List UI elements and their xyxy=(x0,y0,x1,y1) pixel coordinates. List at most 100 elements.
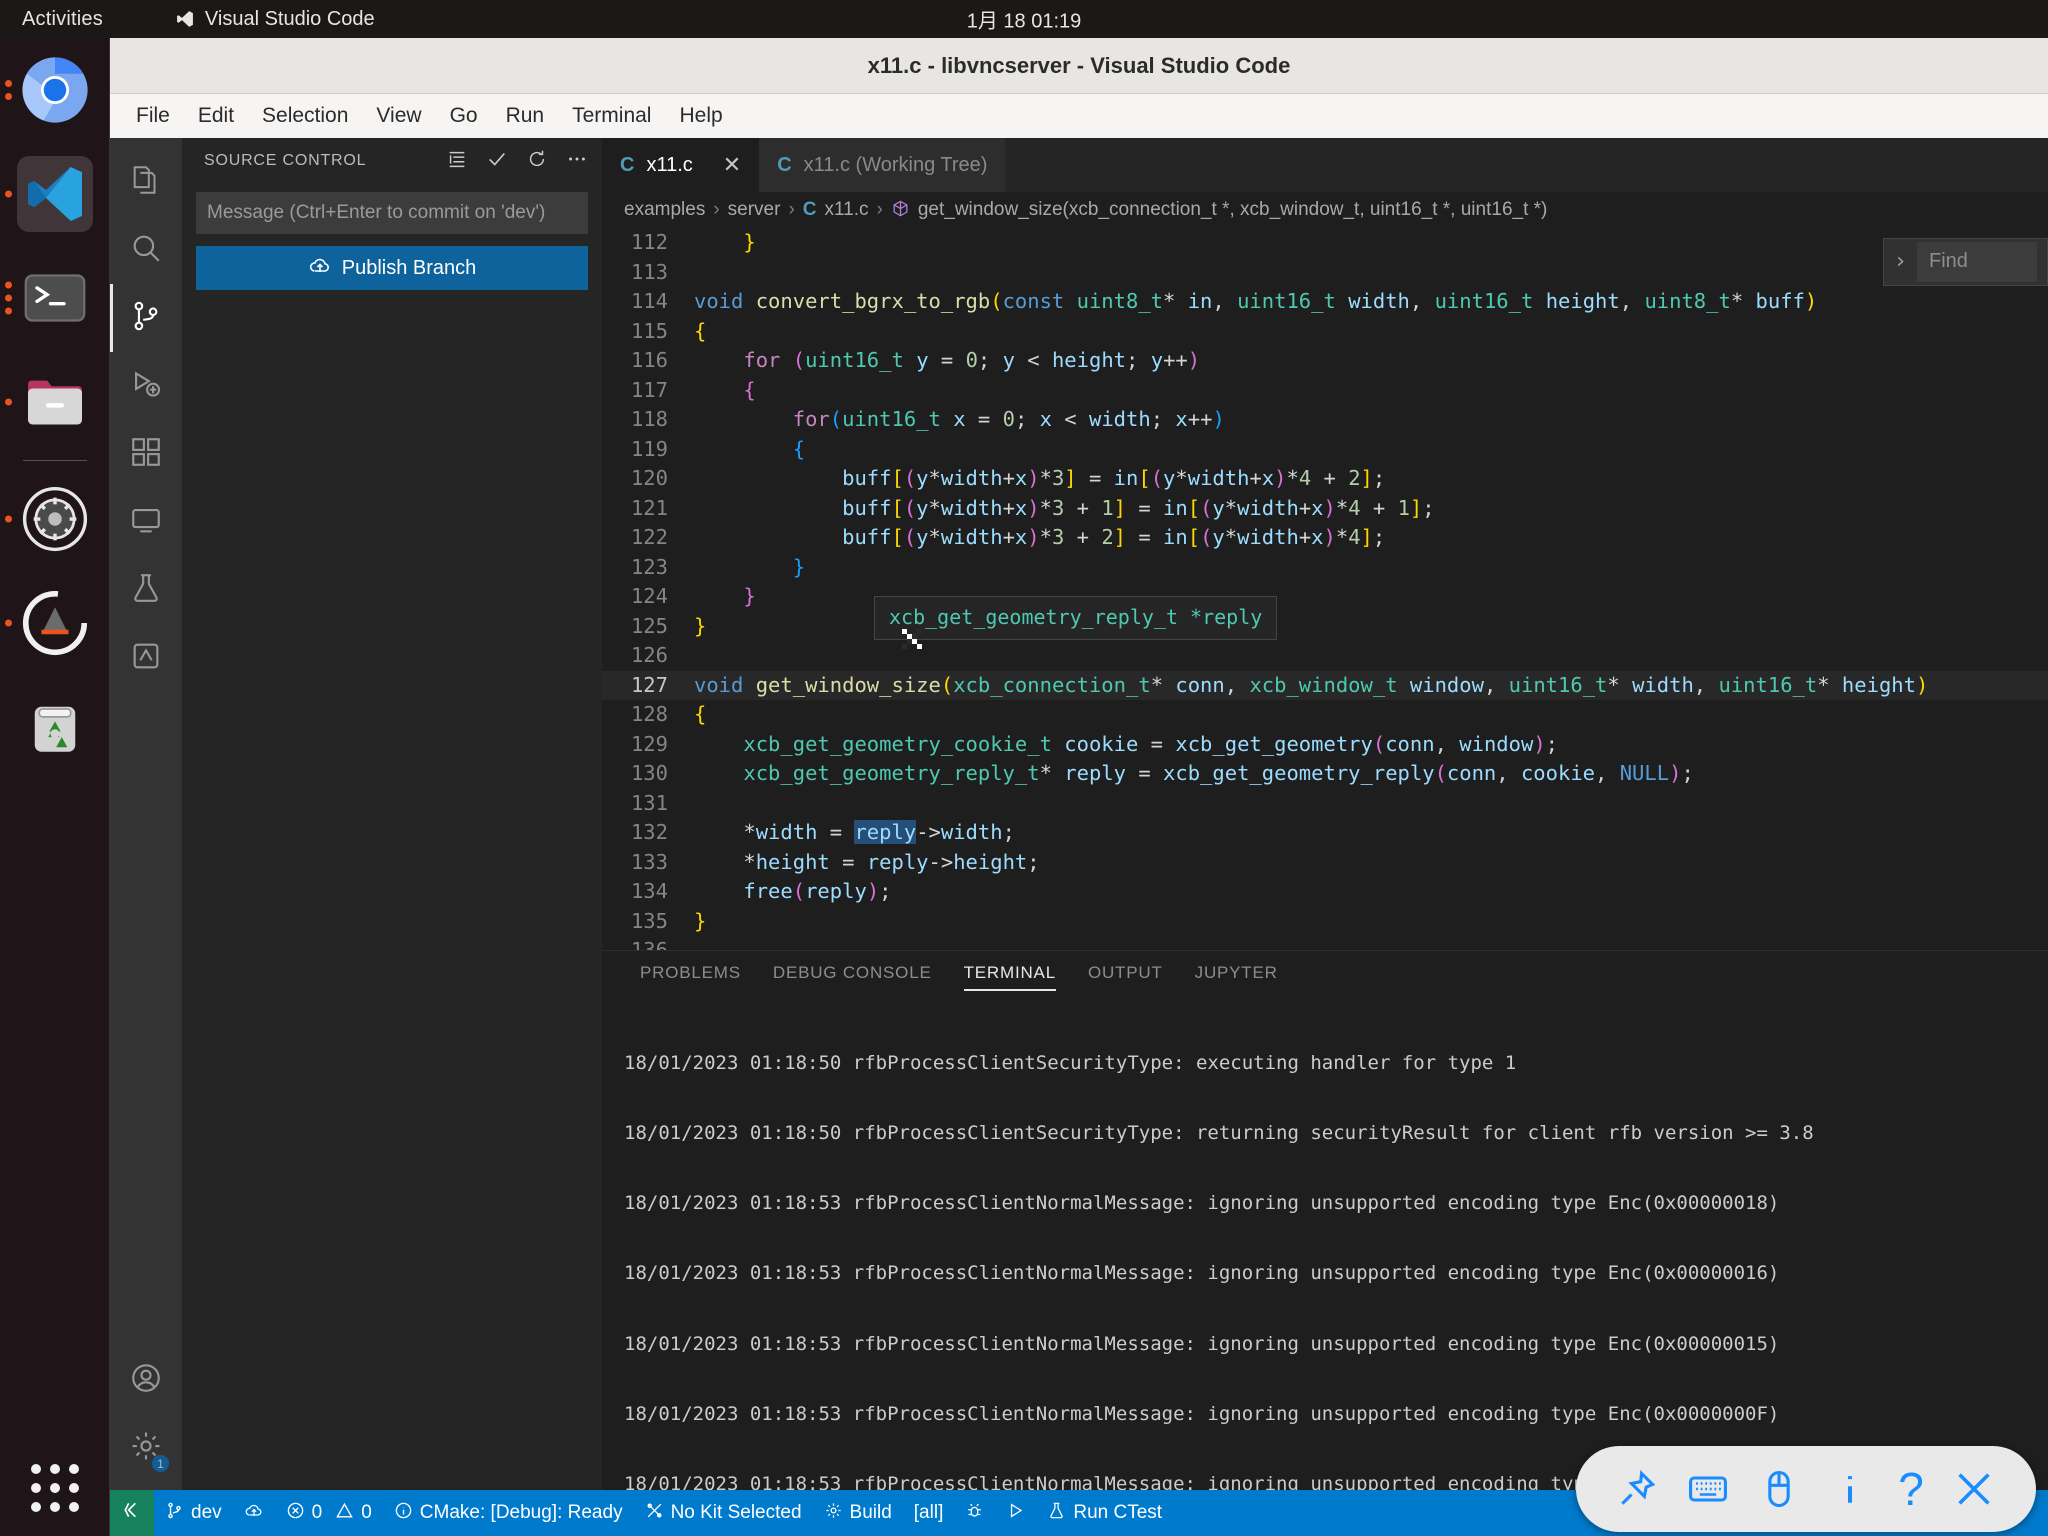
panel-tab-output[interactable]: OUTPUT xyxy=(1072,951,1179,995)
activity-bar: 1 xyxy=(110,138,182,1490)
dock-item-files[interactable] xyxy=(0,350,110,454)
code-line: 125} xyxy=(602,612,2048,642)
status-branch[interactable]: dev xyxy=(154,1490,233,1536)
dock-item-terminal[interactable] xyxy=(0,246,110,350)
line-number: 115 xyxy=(630,318,668,343)
dock-item-software[interactable] xyxy=(0,571,110,675)
editor-tab-x11c-working-tree[interactable]: C x11.c (Working Tree) xyxy=(759,138,1006,192)
commit-check-icon[interactable] xyxy=(486,148,508,175)
code-line: 134 free(reply); xyxy=(602,877,2048,907)
activity-bar-item-manage-settings[interactable]: 1 xyxy=(110,1414,182,1482)
code-line: 135} xyxy=(602,907,2048,937)
keyboard-icon[interactable] xyxy=(1686,1467,1730,1511)
status-cmake[interactable]: CMake: [Debug]: Ready xyxy=(383,1490,634,1536)
line-content: { xyxy=(743,377,756,402)
dock-item-chromium[interactable] xyxy=(0,38,110,142)
status-ctest-label: Run CTest xyxy=(1073,1502,1163,1523)
settings-gear-icon xyxy=(19,483,91,555)
clock[interactable]: 1月 18 01:19 xyxy=(967,5,1082,34)
menu-view[interactable]: View xyxy=(362,100,435,132)
more-actions-icon[interactable] xyxy=(566,148,588,175)
mouse-pointer-icon xyxy=(902,628,922,649)
status-run[interactable] xyxy=(995,1490,1036,1536)
activity-bar-item-search[interactable] xyxy=(110,216,182,284)
terminal-output[interactable]: 18/01/2023 01:18:50 rfbProcessClientSecu… xyxy=(602,995,2048,1490)
find-input[interactable]: Find xyxy=(1917,242,2037,282)
terminal-line: 18/01/2023 01:18:50 rfbProcessClientSecu… xyxy=(624,1051,1517,1074)
line-number: 127 xyxy=(630,672,668,697)
show-apps-grid-icon xyxy=(28,1461,82,1515)
menu-help[interactable]: Help xyxy=(665,100,736,132)
status-problems[interactable]: 0 0 xyxy=(275,1490,383,1536)
menu-file[interactable]: File xyxy=(122,100,184,132)
line-number: 112 xyxy=(630,230,668,254)
activity-bar-item-cmake[interactable] xyxy=(110,624,182,692)
files-explorer-icon xyxy=(129,163,163,202)
show-applications-button[interactable] xyxy=(0,1440,110,1536)
activity-bar-item-accounts[interactable] xyxy=(110,1346,182,1414)
menu-terminal[interactable]: Terminal xyxy=(558,100,665,132)
help-icon[interactable]: ? xyxy=(1898,1466,1924,1512)
activity-bar-item-source-control[interactable] xyxy=(110,284,182,352)
files-icon xyxy=(19,366,91,438)
line-content: { xyxy=(792,436,806,461)
line-number: 118 xyxy=(630,407,668,431)
status-remote-button[interactable] xyxy=(110,1490,154,1536)
status-kit[interactable]: No Kit Selected xyxy=(634,1490,813,1536)
status-target-label: [all] xyxy=(913,1502,944,1523)
breadcrumb-examples[interactable]: examples xyxy=(624,199,705,221)
activity-bar-item-remote-explorer[interactable] xyxy=(110,488,182,556)
commit-message-input[interactable]: Message (Ctrl+Enter to commit on 'dev') xyxy=(196,192,588,234)
git-branch-icon xyxy=(165,1501,184,1526)
line-number: 136 xyxy=(630,938,668,950)
editor-tab-x11c[interactable]: C x11.c ✕ xyxy=(602,138,760,192)
code-line-current: 127 void get_window_size(xcb_connection_t… xyxy=(602,670,2048,700)
code-line: 124 } xyxy=(602,582,2048,612)
find-widget[interactable]: › Find xyxy=(1882,238,2048,286)
status-build[interactable]: Build xyxy=(813,1490,903,1536)
menu-run[interactable]: Run xyxy=(492,100,559,132)
tab-close-icon[interactable]: ✕ xyxy=(723,152,741,178)
close-icon[interactable] xyxy=(1951,1466,1997,1512)
panel-tab-debug-console[interactable]: DEBUG CONSOLE xyxy=(757,951,948,995)
panel-tab-jupyter[interactable]: JUPYTER xyxy=(1179,951,1294,995)
editor-group: C x11.c ✕ C x11.c (Working Tree) example… xyxy=(602,138,2048,1490)
play-icon xyxy=(1006,1501,1025,1526)
activity-bar-item-testing[interactable] xyxy=(110,556,182,624)
panel-tab-terminal[interactable]: TERMINAL xyxy=(948,951,1072,995)
terminal-line: 18/01/2023 01:18:53 rfbProcessClientNorm… xyxy=(624,1192,1780,1215)
view-as-tree-icon[interactable] xyxy=(446,148,468,175)
dock-item-vscode[interactable] xyxy=(0,142,110,246)
dock-item-trash[interactable] xyxy=(0,675,110,779)
line-content: buff[(y*width+x)*3 + 1] = in[(y*width+x)… xyxy=(842,495,1435,520)
info-icon[interactable] xyxy=(1828,1467,1872,1511)
breadcrumb-server[interactable]: server xyxy=(728,199,781,221)
mouse-icon[interactable] xyxy=(1757,1467,1801,1511)
pin-icon[interactable] xyxy=(1615,1467,1659,1511)
code-editor[interactable]: › Find 112 } 113 114 void convert_bgrx_to… xyxy=(602,228,2048,950)
activity-bar-item-run-debug[interactable] xyxy=(110,352,182,420)
active-app-indicator[interactable]: Visual Studio Code xyxy=(175,8,375,31)
activity-bar-item-extensions[interactable] xyxy=(110,420,182,488)
status-ctest[interactable]: Run CTest xyxy=(1036,1490,1173,1536)
dock-item-settings[interactable] xyxy=(0,467,110,571)
publish-branch-button[interactable]: Publish Branch xyxy=(196,246,588,290)
cloud-upload-icon xyxy=(308,253,332,283)
status-target[interactable]: [all] xyxy=(903,1490,955,1536)
menu-selection[interactable]: Selection xyxy=(248,100,362,132)
line-number: 130 xyxy=(630,761,668,785)
remote-window-icon xyxy=(122,1500,142,1526)
sidebar-header: SOURCE CONTROL xyxy=(182,138,602,184)
panel-tab-problems[interactable]: PROBLEMS xyxy=(624,951,757,995)
breadcrumb-file[interactable]: x11.c xyxy=(825,199,869,221)
status-debug[interactable] xyxy=(954,1490,995,1536)
menu-go[interactable]: Go xyxy=(436,100,492,132)
menu-edit[interactable]: Edit xyxy=(184,100,248,132)
line-number: 120 xyxy=(630,466,668,490)
refresh-icon[interactable] xyxy=(526,148,548,175)
status-sync[interactable] xyxy=(233,1490,275,1536)
breadcrumb-symbol[interactable]: get_window_size(xcb_connection_t *, xcb_… xyxy=(918,199,1548,221)
find-expand-chevron-icon[interactable]: › xyxy=(1894,247,1907,277)
activity-bar-item-explorer[interactable] xyxy=(110,148,182,216)
activities-button[interactable]: Activities xyxy=(22,8,103,31)
